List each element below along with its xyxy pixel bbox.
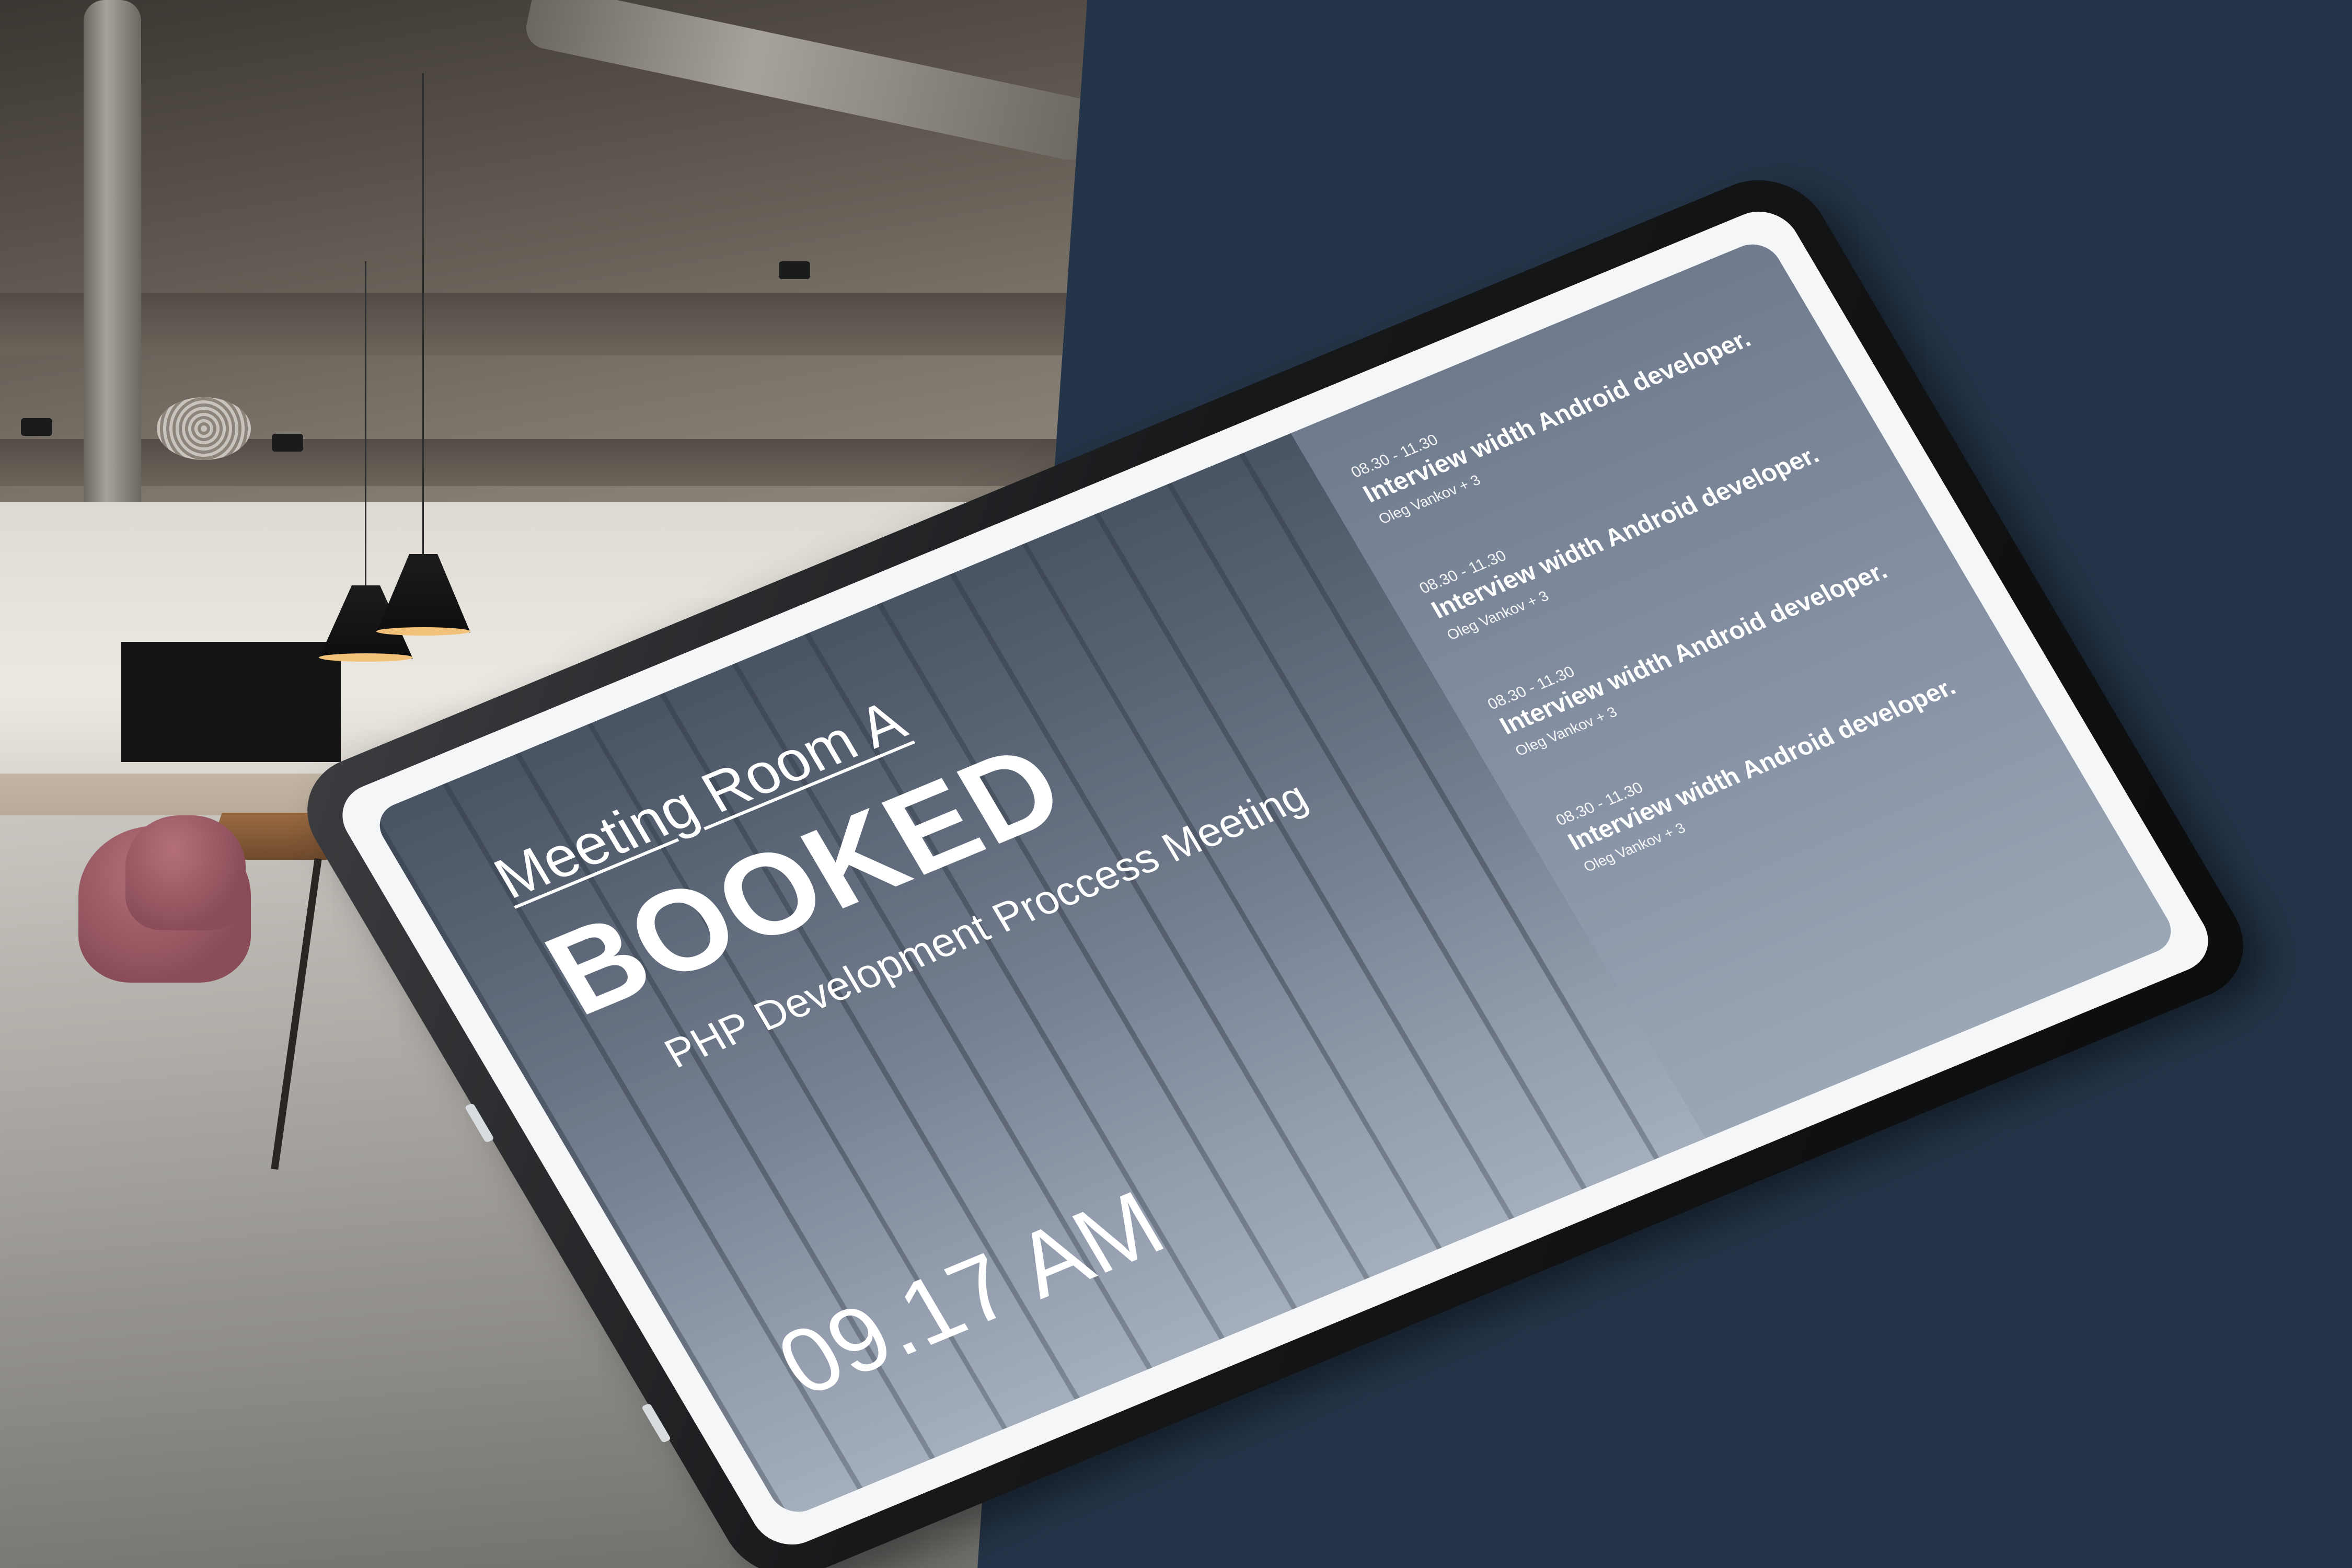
side-button	[641, 1403, 672, 1443]
tablet-bezel: Meeting Room A BOOKED PHP Development Pr…	[283, 161, 2267, 1568]
tablet-frame: Meeting Room A BOOKED PHP Development Pr…	[328, 200, 2222, 1556]
scene: Meeting Room A BOOKED PHP Development Pr…	[0, 0, 2352, 1568]
room-display-screen[interactable]: Meeting Room A BOOKED PHP Development Pr…	[370, 236, 2181, 1520]
tablet-device: Meeting Room A BOOKED PHP Development Pr…	[0, 0, 2352, 1568]
side-button	[464, 1103, 495, 1143]
